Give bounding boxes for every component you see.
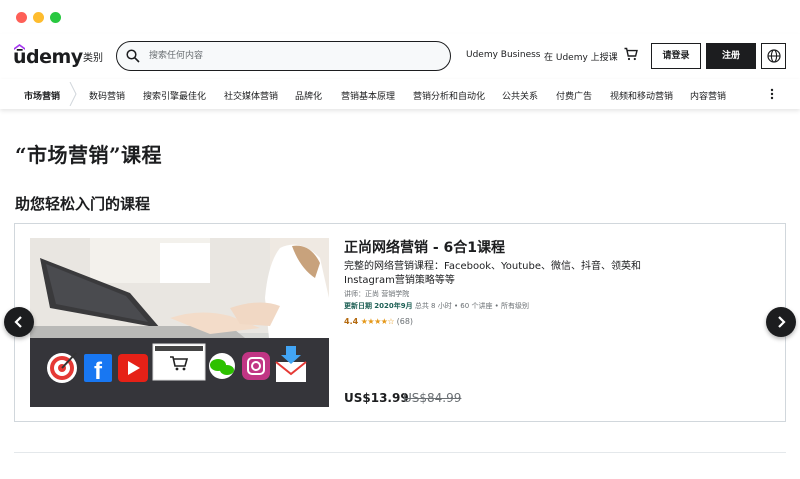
search-bar[interactable] bbox=[116, 41, 451, 71]
breadcrumb-separator-icon bbox=[69, 82, 77, 106]
close-window-button[interactable] bbox=[16, 12, 27, 23]
course-meta: 更新日期 2020年9月 总共 8 小时 • 60 个讲座 • 所有级别 bbox=[344, 301, 529, 311]
updated-date: 2020年9月 bbox=[374, 302, 413, 310]
subnav-item-branding[interactable]: 品牌化 bbox=[295, 89, 322, 102]
signup-button[interactable]: 注册 bbox=[706, 43, 756, 69]
subnav-item-video-mobile[interactable]: 视频和移动营销 bbox=[610, 89, 673, 102]
course-instructor: 讲师：正尚 营销学院 bbox=[344, 290, 410, 298]
section-divider bbox=[14, 452, 786, 453]
search-icon[interactable] bbox=[126, 49, 140, 63]
star-rating-icon: ★★★★☆ bbox=[360, 317, 395, 326]
subnav-item-social-media[interactable]: 社交媒体营销 bbox=[224, 89, 278, 102]
minimize-window-button[interactable] bbox=[33, 12, 44, 23]
subnav-item-digital-marketing[interactable]: 数码营销 bbox=[89, 89, 125, 102]
maximize-window-button[interactable] bbox=[50, 12, 61, 23]
chevron-left-icon bbox=[14, 316, 22, 328]
language-button[interactable] bbox=[761, 43, 786, 69]
original-price: US$84.99 bbox=[403, 391, 462, 405]
subnav-item-content[interactable]: 内容营销 bbox=[690, 89, 726, 102]
course-description: 完整的网络营销课程：Facebook、Youtube、微信、抖音、领英和Inst… bbox=[344, 261, 641, 286]
rating-value: 4.4 bbox=[344, 317, 359, 326]
category-subnav: 市场营销 数码营销 搜索引擎最佳化 社交媒体营销 品牌化 营销基本原理 营销分析… bbox=[0, 79, 800, 109]
categories-menu[interactable]: 类别 bbox=[83, 49, 103, 64]
subnav-item-paid-ads[interactable]: 付费广告 bbox=[556, 89, 592, 102]
globe-icon bbox=[767, 49, 781, 63]
featured-course-card[interactable]: f 正尚网络营销 - 6合1课程 完整的网络营销课程：Facebook、Yout… bbox=[14, 223, 786, 422]
logo-text: ūdemy bbox=[13, 46, 83, 68]
more-vertical-icon[interactable] bbox=[770, 88, 774, 100]
course-details: 总共 8 小时 • 60 个讲座 • 所有级别 bbox=[414, 302, 530, 310]
login-button[interactable]: 请登录 bbox=[651, 43, 701, 69]
rating-count: (68) bbox=[396, 317, 414, 326]
course-thumbnail[interactable]: f bbox=[30, 238, 329, 407]
teach-on-udemy-link[interactable]: 在 Udemy 上授课 bbox=[544, 50, 618, 63]
svg-text:f: f bbox=[94, 358, 103, 385]
window-titlebar bbox=[0, 0, 800, 34]
course-title[interactable]: 正尚网络营销 - 6合1课程 bbox=[344, 237, 505, 257]
carousel-next-button[interactable] bbox=[766, 307, 796, 337]
subnav-item-fundamentals[interactable]: 营销基本原理 bbox=[341, 89, 395, 102]
chevron-right-icon bbox=[778, 316, 786, 328]
udemy-business-link[interactable]: Udemy Business bbox=[466, 50, 540, 60]
subnav-item-pr[interactable]: 公共关系 bbox=[502, 89, 538, 102]
carousel-prev-button[interactable] bbox=[4, 307, 34, 337]
page-title: “市场营销”课程 bbox=[15, 143, 163, 167]
subnav-current-category[interactable]: 市场营销 bbox=[24, 89, 60, 102]
updated-label: 更新日期 bbox=[344, 302, 372, 310]
cart-icon[interactable] bbox=[624, 47, 638, 61]
search-input[interactable] bbox=[149, 48, 439, 64]
site-header: ūdemy 类别 Udemy Business 在 Udemy 上授课 请登录 … bbox=[0, 34, 800, 79]
course-thumbnail-image: f bbox=[30, 238, 329, 407]
course-rating: 4.4 ★★★★☆ (68) bbox=[344, 317, 413, 326]
current-price: US$13.99 bbox=[344, 391, 409, 405]
section-title: 助您轻松入门的课程 bbox=[15, 195, 151, 213]
subnav-item-analytics[interactable]: 营销分析和自动化 bbox=[413, 89, 485, 102]
subnav-item-seo[interactable]: 搜索引擎最佳化 bbox=[143, 89, 206, 102]
